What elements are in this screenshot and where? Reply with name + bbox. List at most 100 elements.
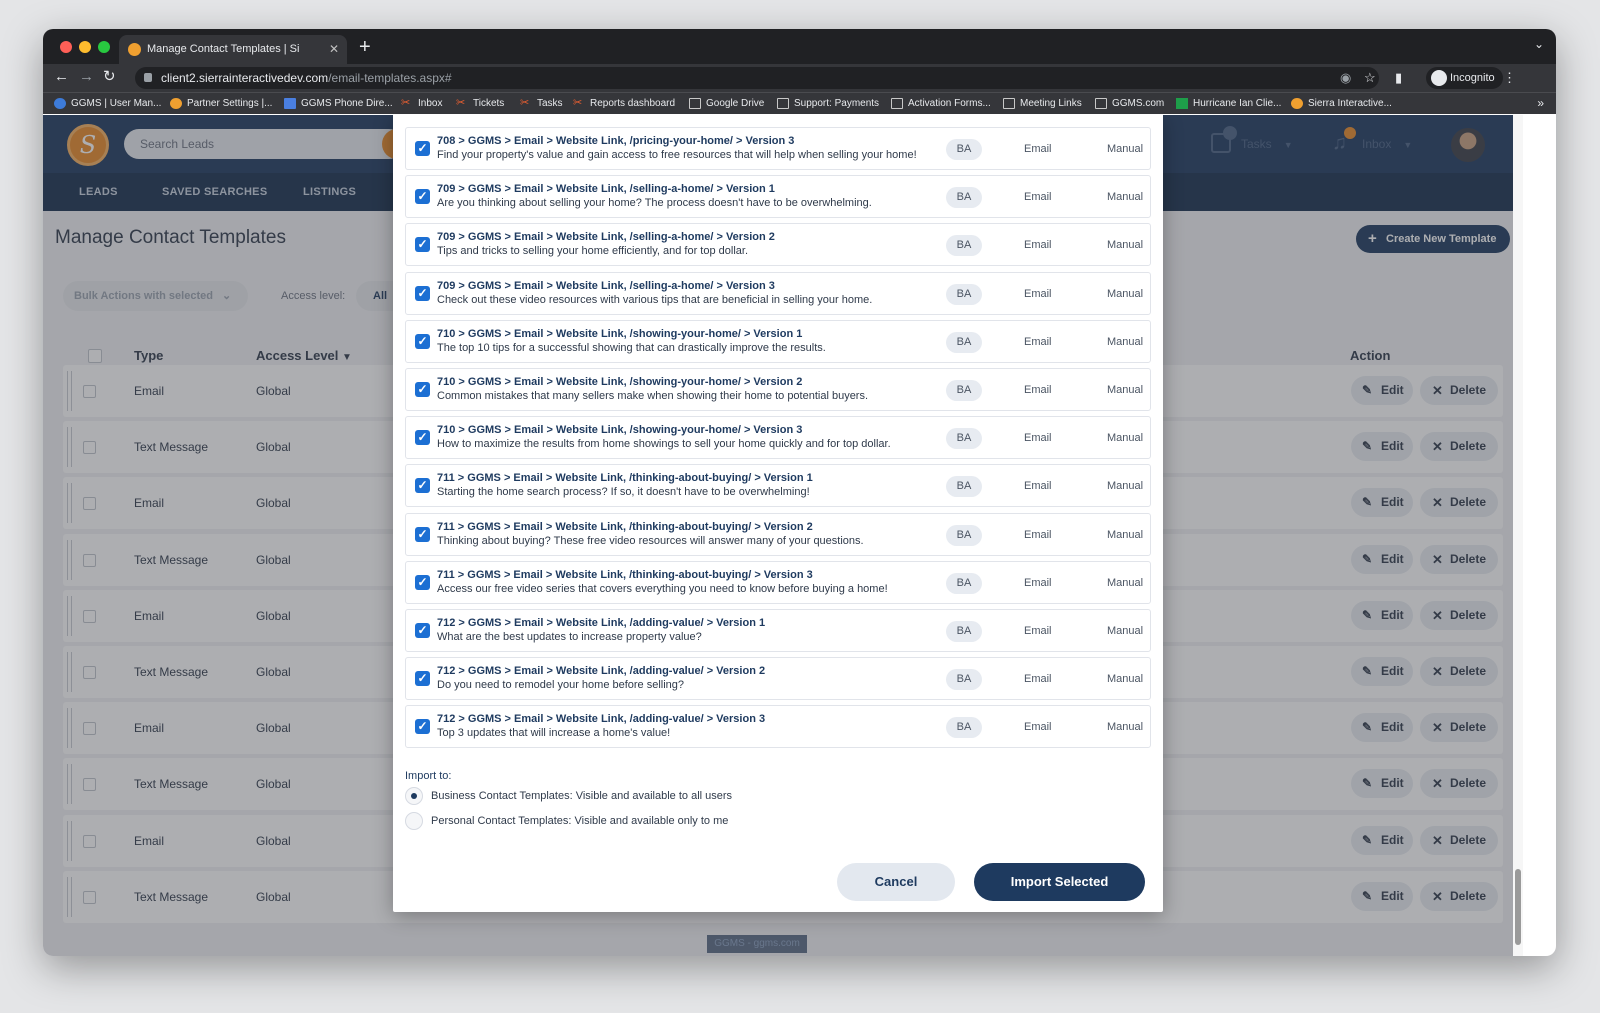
bookmark-item[interactable]: GGMS Phone Dire...	[284, 93, 393, 114]
bookmark-item[interactable]: Hurricane Ian Clie...	[1176, 93, 1281, 114]
template-item[interactable]: ✓ 710 > GGMS > Email > Website Link, /sho…	[405, 416, 1151, 460]
cancel-button[interactable]: Cancel	[837, 863, 955, 901]
template-checkbox[interactable]: ✓	[415, 382, 430, 397]
template-title: 709 > GGMS > Email > Website Link, /sell…	[437, 279, 775, 292]
template-badge: BA	[946, 139, 982, 160]
close-window-button[interactable]	[60, 41, 72, 53]
bookmark-item[interactable]: ✂ Reports dashboard	[573, 93, 675, 114]
template-checkbox[interactable]: ✓	[415, 237, 430, 253]
new-tab-button[interactable]: +	[359, 34, 371, 60]
lock-icon	[144, 73, 152, 82]
template-description: Common mistakes that many sellers make w…	[437, 390, 869, 402]
template-checkbox[interactable]: ✓	[415, 141, 430, 156]
template-checkbox[interactable]: ✓	[415, 430, 430, 446]
template-checkbox[interactable]: ✓	[415, 333, 430, 349]
template-title: 710 > GGMS > Email > Website Link, /show…	[437, 327, 803, 340]
business-templates-radio[interactable]	[405, 787, 423, 805]
page-scrollbar[interactable]	[1513, 115, 1523, 956]
template-item[interactable]: ✓ 712 > GGMS > Email > Website Link, /add…	[405, 705, 1151, 749]
template-item[interactable]: ✓ 708 > GGMS > Email > Website Link, /pri…	[405, 127, 1151, 170]
template-checkbox[interactable]: ✓	[415, 719, 430, 735]
template-item[interactable]: ✓ 711 > GGMS > Email > Website Link, /thi…	[405, 464, 1151, 508]
bookmarks-more-icon[interactable]: »	[1537, 93, 1544, 114]
reload-icon[interactable]: ↻	[103, 67, 116, 87]
personal-templates-radio[interactable]	[405, 812, 423, 830]
template-badge: BA	[946, 621, 982, 642]
bookmark-folder[interactable]: Meeting Links	[1003, 93, 1082, 114]
incognito-icon	[1431, 70, 1447, 86]
template-mode: Manual	[1107, 384, 1144, 396]
folder-icon	[689, 98, 701, 109]
template-type: Email	[1024, 287, 1052, 300]
template-title: 711 > GGMS > Email > Website Link, /thin…	[437, 472, 813, 485]
template-checkbox[interactable]: ✓	[415, 189, 430, 205]
back-icon[interactable]: ←	[54, 67, 69, 87]
incognito-badge[interactable]: Incognito	[1426, 67, 1503, 89]
minimize-window-button[interactable]	[79, 41, 91, 53]
side-panel-icon[interactable]: ▮	[1395, 69, 1402, 87]
template-type: Email	[1024, 576, 1052, 589]
template-title: 712 > GGMS > Email > Website Link, /addi…	[437, 665, 766, 678]
tab-search-icon[interactable]: ⌄	[1534, 37, 1544, 51]
template-checkbox[interactable]: ✓	[415, 478, 430, 494]
bookmark-item[interactable]: ✂ Tickets	[456, 93, 504, 114]
template-checkbox[interactable]: ✓	[415, 623, 430, 638]
template-mode: Manual	[1107, 239, 1144, 252]
bookmark-item[interactable]: ✂ Inbox	[401, 93, 442, 114]
import-to-label: Import to:	[405, 770, 452, 782]
browser-toolbar: ← → ↻ client2.sierrainteractivedev.com/e…	[43, 64, 1556, 92]
template-badge: BA	[946, 572, 982, 594]
template-badge: BA	[946, 524, 982, 546]
browser-menu-icon[interactable]: ⋮	[1503, 69, 1516, 87]
close-tab-icon[interactable]: ✕	[329, 35, 339, 64]
template-type: Email	[1024, 191, 1052, 204]
template-item[interactable]: ✓ 710 > GGMS > Email > Website Link, /sho…	[405, 319, 1151, 363]
template-badge: BA	[946, 283, 982, 305]
template-item[interactable]: ✓ 709 > GGMS > Email > Website Link, /sel…	[405, 223, 1151, 267]
template-title: 709 > GGMS > Email > Website Link, /sell…	[437, 231, 775, 244]
template-item[interactable]: ✓ 709 > GGMS > Email > Website Link, /sel…	[405, 175, 1151, 219]
template-title: 711 > GGMS > Email > Website Link, /thin…	[437, 568, 813, 581]
template-mode: Manual	[1107, 335, 1144, 348]
bookmark-folder[interactable]: Google Drive	[689, 93, 764, 114]
template-item[interactable]: ✓ 710 > GGMS > Email > Website Link, /sho…	[405, 368, 1151, 411]
bookmarks-bar: GGMS | User Man... Partner Settings |...…	[43, 92, 1556, 114]
bookmark-folder[interactable]: Activation Forms...	[891, 93, 991, 114]
template-item[interactable]: ✓ 709 > GGMS > Email > Website Link, /sel…	[405, 271, 1151, 315]
forward-icon[interactable]: →	[79, 67, 94, 87]
template-checkbox[interactable]: ✓	[415, 671, 430, 687]
template-description: Starting the home search process? If so,…	[437, 486, 810, 499]
bookmark-folder[interactable]: Support: Payments	[777, 93, 879, 114]
app-viewport: S Search Leads Tasks ▼ ♫ Inbox ▼ LEADS SAV…	[43, 115, 1513, 956]
scissor-icon: ✂	[456, 97, 466, 109]
folder-icon	[891, 98, 903, 109]
bookmark-item[interactable]: Sierra Interactive...	[1291, 93, 1392, 114]
globe-icon	[54, 98, 66, 109]
template-type: Email	[1024, 432, 1052, 445]
eye-slash-icon[interactable]: ◉	[1340, 69, 1351, 87]
template-title: 711 > GGMS > Email > Website Link, /thin…	[437, 520, 813, 533]
template-mode: Manual	[1107, 143, 1144, 155]
star-icon[interactable]: ☆	[1364, 69, 1376, 87]
address-bar[interactable]: client2.sierrainteractivedev.com/email-t…	[135, 67, 1379, 89]
scrollbar-thumb[interactable]	[1515, 869, 1521, 945]
template-item[interactable]: ✓ 711 > GGMS > Email > Website Link, /thi…	[405, 512, 1151, 556]
bookmark-folder[interactable]: GGMS.com	[1095, 93, 1164, 114]
template-type: Email	[1024, 721, 1052, 734]
template-checkbox[interactable]: ✓	[415, 285, 430, 301]
browser-window: Manage Contact Templates | Si ✕ + ⌄ ← → …	[43, 29, 1556, 956]
template-checkbox[interactable]: ✓	[415, 526, 430, 542]
bookmark-item[interactable]: ✂ Tasks	[520, 93, 563, 114]
browser-tab[interactable]: Manage Contact Templates | Si ✕	[119, 35, 347, 64]
import-selected-button[interactable]: Import Selected	[974, 863, 1145, 901]
template-mode: Manual	[1107, 625, 1144, 637]
template-item[interactable]: ✓ 711 > GGMS > Email > Website Link, /thi…	[405, 560, 1151, 604]
import-templates-modal: ✓ 708 > GGMS > Email > Website Link, /pri…	[393, 115, 1163, 912]
maximize-window-button[interactable]	[98, 41, 110, 53]
template-item[interactable]: ✓ 712 > GGMS > Email > Website Link, /add…	[405, 609, 1151, 652]
template-item[interactable]: ✓ 712 > GGMS > Email > Website Link, /add…	[405, 657, 1151, 701]
bookmark-item[interactable]: GGMS | User Man...	[54, 93, 161, 114]
folder-icon	[1003, 98, 1015, 109]
template-checkbox[interactable]: ✓	[415, 574, 430, 590]
bookmark-item[interactable]: Partner Settings |...	[170, 93, 272, 114]
